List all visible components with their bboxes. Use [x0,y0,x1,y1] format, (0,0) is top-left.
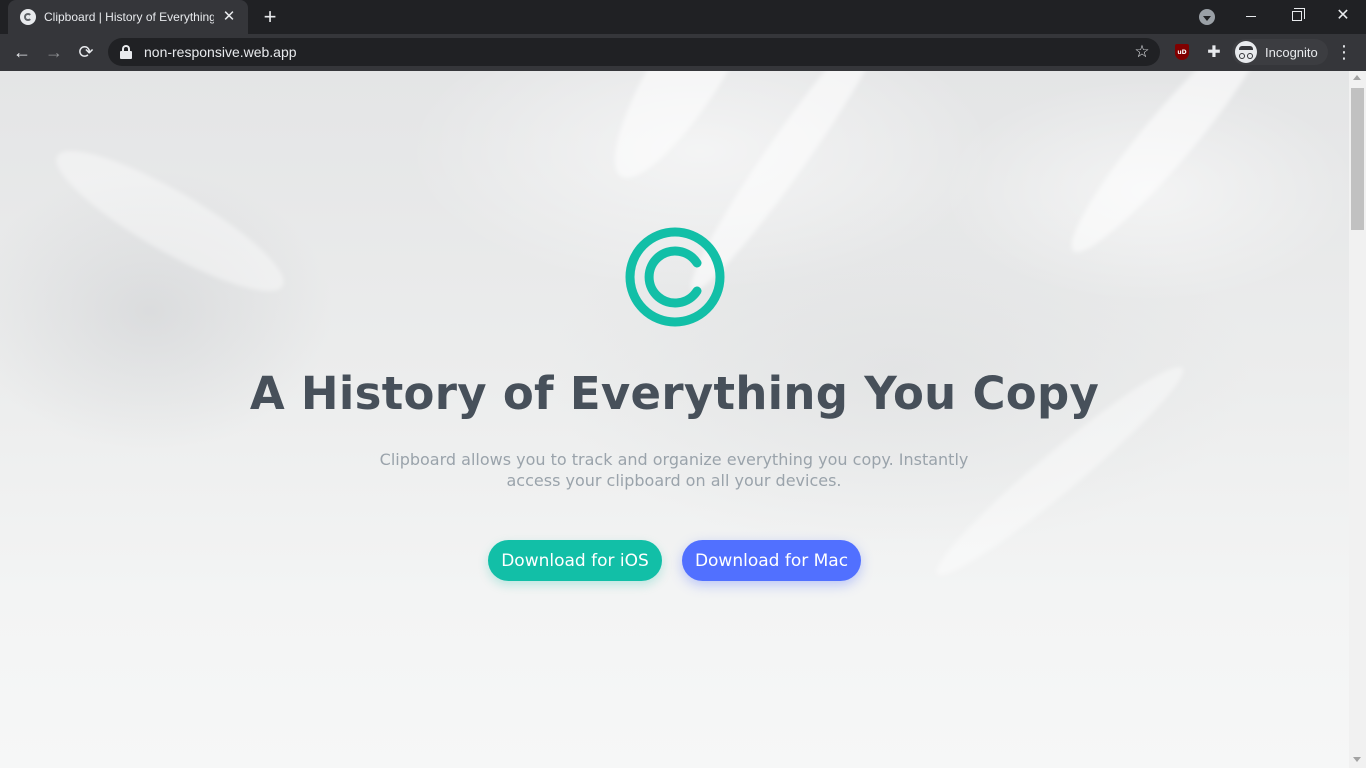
scroll-up-arrow-icon[interactable] [1353,75,1361,80]
forward-button[interactable]: → [40,38,68,66]
download-ios-button[interactable]: Download for iOS [488,540,662,581]
page-subtitle: Clipboard allows you to track and organi… [379,450,969,490]
restore-button[interactable] [1274,0,1320,32]
close-icon: ✕ [1336,7,1350,24]
page-viewport: A History of Everything You Copy Clipboa… [0,71,1349,768]
tab-strip: Clipboard | History of Everything ✕ + ✕ [0,0,1366,34]
restore-icon [1292,8,1305,21]
new-tab-button[interactable]: + [258,6,282,28]
scrollbar-thumb[interactable] [1351,88,1364,230]
lock-icon[interactable] [120,45,132,59]
tab-favicon-icon [20,9,36,25]
minimize-button[interactable] [1228,0,1274,32]
background-texture [42,130,298,312]
url-text[interactable]: non-responsive.web.app [144,44,1128,60]
incognito-icon [1235,41,1257,63]
clipboard-logo-icon [625,227,725,327]
bookmark-star-icon[interactable]: ☆ [1128,42,1156,62]
incognito-label: Incognito [1265,44,1318,60]
incognito-profile-button[interactable]: Incognito [1232,39,1328,65]
page-scrollbar[interactable] [1349,71,1366,768]
tab-search-icon[interactable] [1199,9,1215,25]
browser-menu-icon[interactable]: ⋮ [1334,38,1354,66]
tab-title: Clipboard | History of Everything [44,10,214,24]
download-mac-button[interactable]: Download for Mac [682,540,861,581]
page-headline: A History of Everything You Copy [249,367,1100,420]
scroll-down-arrow-icon[interactable] [1353,757,1361,762]
background-texture [1054,71,1286,267]
back-button[interactable]: ← [8,38,36,66]
extensions-puzzle-icon[interactable]: ✚ [1204,42,1224,62]
ublock-shield-icon: uD [1175,44,1189,60]
browser-toolbar: ← → ⟳ non-responsive.web.app ☆ uD ✚ Inco… [0,34,1366,71]
address-bar[interactable]: non-responsive.web.app ☆ [108,38,1160,66]
browser-tab[interactable]: Clipboard | History of Everything ✕ [8,0,248,34]
ublock-extension-button[interactable]: uD [1172,42,1192,62]
reload-button[interactable]: ⟳ [72,38,100,66]
close-window-button[interactable]: ✕ [1320,0,1366,32]
minimize-icon [1246,15,1256,17]
tab-close-icon[interactable]: ✕ [220,9,238,25]
